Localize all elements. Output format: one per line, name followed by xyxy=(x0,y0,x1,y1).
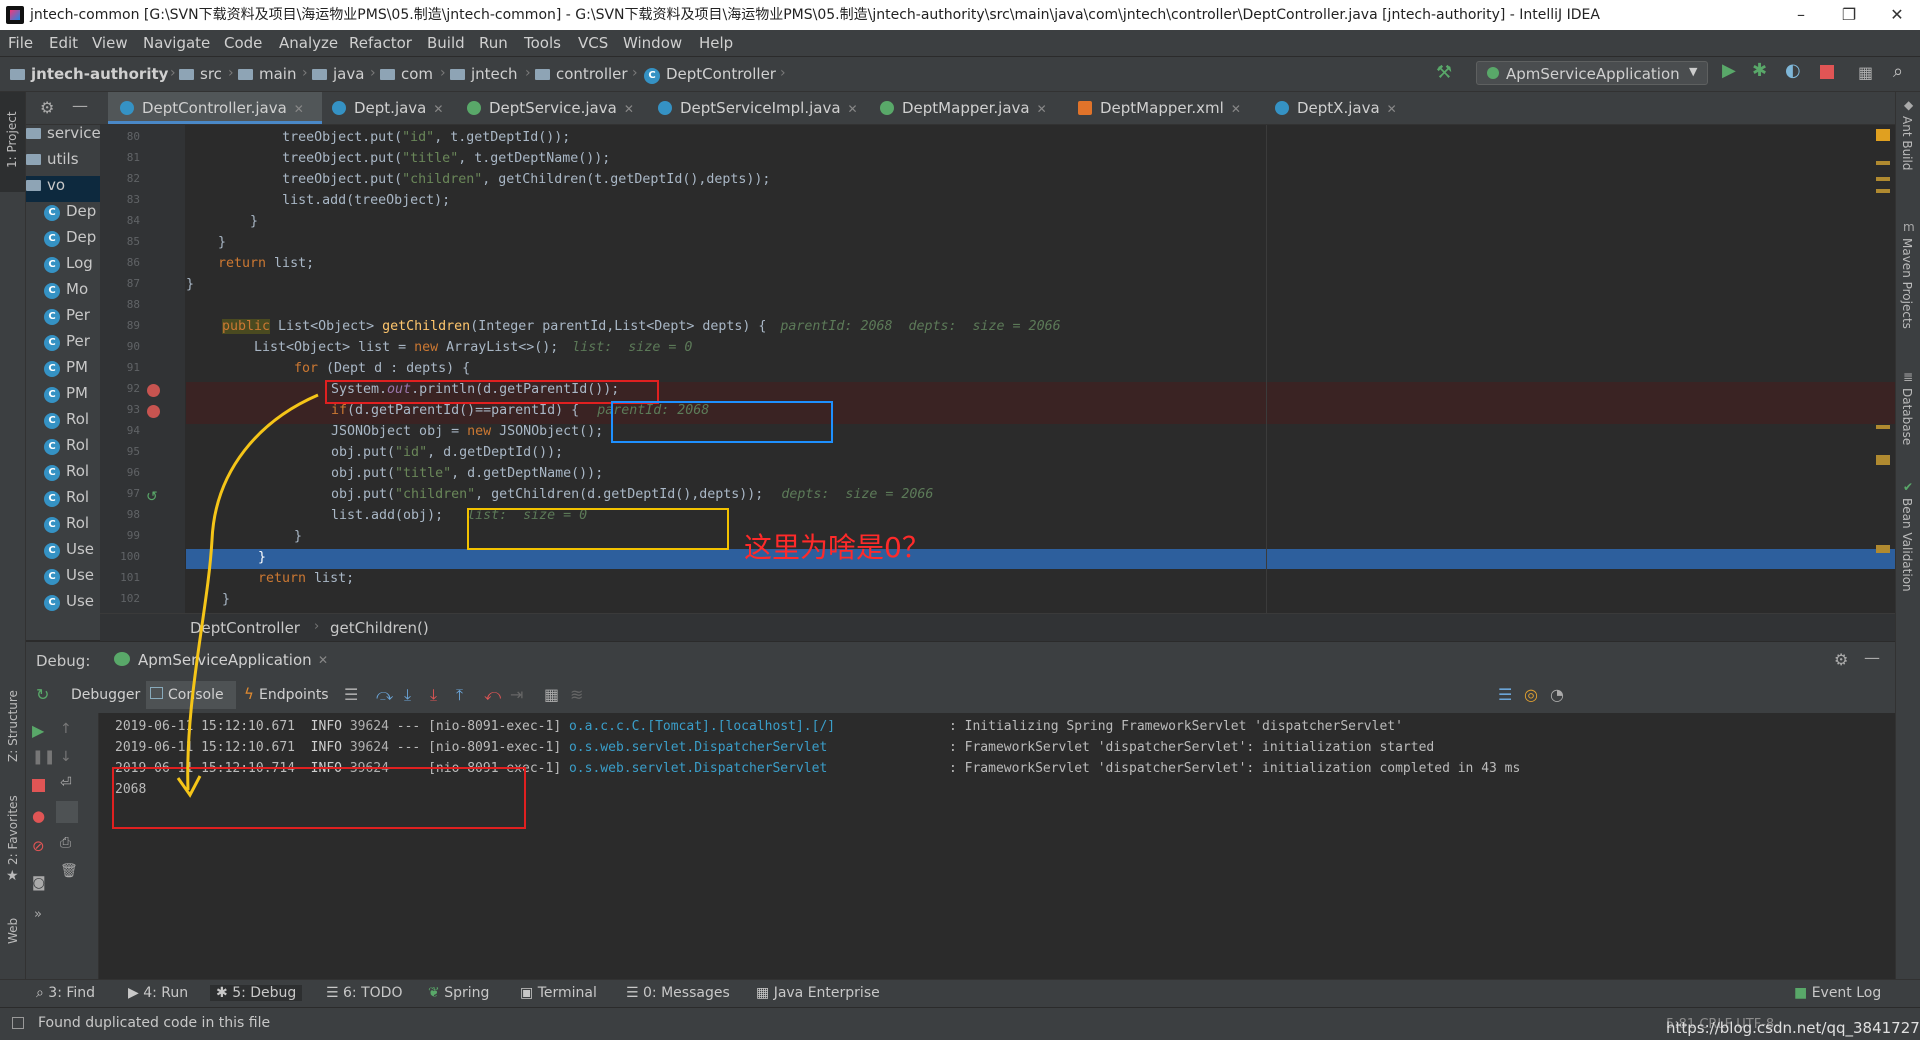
tool-find[interactable]: ⌕ 3: Find xyxy=(36,985,95,1001)
watermark-text: https://blog.csdn.net/qq_38417272 xyxy=(1666,1019,1920,1037)
tool-messages[interactable]: ☰ 0: Messages xyxy=(626,985,730,1001)
terminal-icon: ▣ xyxy=(520,985,538,1001)
tool-terminal[interactable]: ▣ Terminal xyxy=(520,985,597,1001)
annotation-arrow xyxy=(176,393,319,798)
status-bar: Found duplicated code in this file 5:81 … xyxy=(0,1007,1920,1040)
list-icon: ☰ xyxy=(326,985,344,1001)
tool-todo[interactable]: ☰ 6: TODO xyxy=(326,985,402,1001)
java-enterprise-icon: ▦ xyxy=(756,985,774,1001)
spring-icon: ❦ xyxy=(428,985,445,1001)
run-icon: ▶ xyxy=(128,985,144,1001)
messages-icon: ☰ xyxy=(626,985,644,1001)
tool-debug[interactable]: ✱ 5: Debug xyxy=(210,985,303,1001)
tool-event-log[interactable]: ■ Event Log xyxy=(1794,985,1881,1001)
bottom-tool-bar: ⌕ 3: Find ▶ 4: Run ✱ 5: Debug ☰ 6: TODO … xyxy=(0,979,1920,1008)
status-message: Found duplicated code in this file xyxy=(38,1015,271,1031)
status-toggle-icon[interactable] xyxy=(12,1017,24,1029)
tool-run[interactable]: ▶ 4: Run xyxy=(128,985,188,1001)
tool-java-enterprise[interactable]: ▦ Java Enterprise xyxy=(756,985,880,1001)
event-log-icon: ■ xyxy=(1794,985,1812,1001)
tool-spring[interactable]: ❦ Spring xyxy=(428,985,489,1001)
search-icon: ⌕ xyxy=(36,985,49,1001)
debug-bug-icon: ✱ xyxy=(216,985,233,1001)
